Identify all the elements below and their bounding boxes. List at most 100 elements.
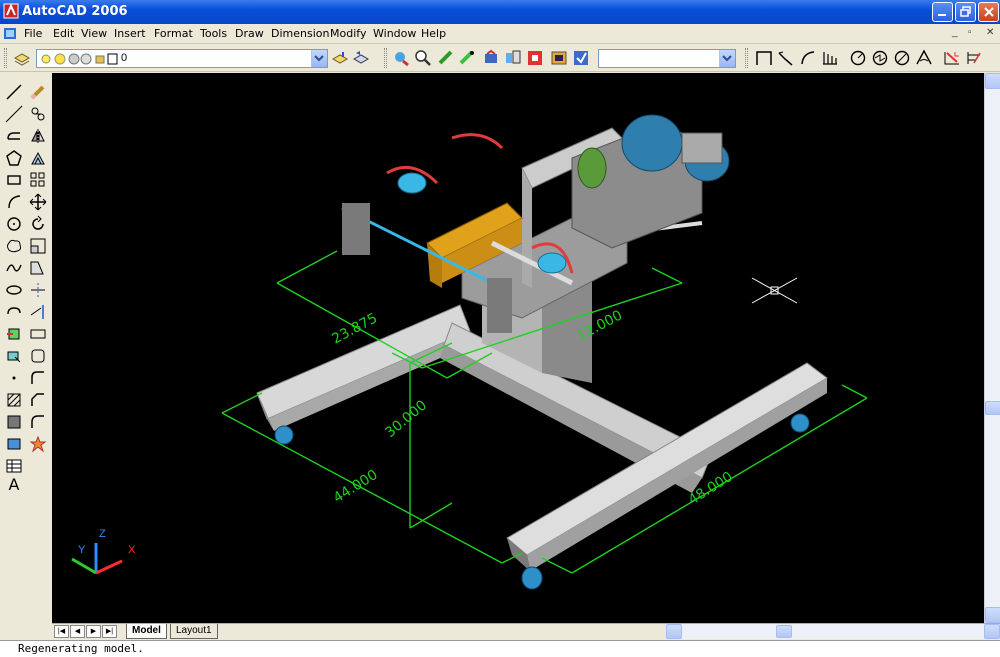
tab-layout1[interactable]: Layout1: [170, 624, 218, 639]
close-button[interactable]: [978, 2, 999, 22]
mdi-restore-icon[interactable]: ▫: [968, 27, 972, 38]
region-icon[interactable]: [5, 435, 23, 453]
menu-edit[interactable]: Edit: [53, 27, 74, 40]
extend-icon[interactable]: [29, 303, 47, 321]
zoom-realtime-icon[interactable]: [414, 49, 432, 67]
mdi-minimize-icon[interactable]: _: [952, 27, 958, 38]
mdi-close-icon[interactable]: ✕: [986, 27, 994, 38]
layer-combo[interactable]: 0: [36, 49, 328, 68]
scroll-right-icon[interactable]: [984, 624, 1000, 639]
chevron-down-icon[interactable]: [719, 50, 735, 67]
tab-first-icon[interactable]: |◀: [54, 625, 69, 638]
join-icon[interactable]: [29, 369, 47, 387]
sheet-set-manager-icon[interactable]: [550, 49, 568, 67]
scale-icon[interactable]: [29, 237, 47, 255]
menu-draw[interactable]: Draw: [235, 27, 264, 40]
tab-next-icon[interactable]: ▶: [86, 625, 101, 638]
tab-prev-icon[interactable]: ◀: [70, 625, 85, 638]
rotate-icon[interactable]: [29, 215, 47, 233]
markup-set-manager-icon[interactable]: [572, 49, 590, 67]
chamfer-icon[interactable]: [29, 391, 47, 409]
quick-dimension-icon[interactable]: [943, 49, 961, 67]
table-icon[interactable]: [5, 457, 23, 475]
minimize-button[interactable]: [932, 2, 953, 22]
polygon-icon[interactable]: [5, 149, 23, 167]
scroll-left-icon[interactable]: [666, 624, 682, 639]
polyline-icon[interactable]: [5, 127, 23, 145]
hatch-icon[interactable]: [5, 391, 23, 409]
hscroll-thumb[interactable]: [776, 625, 792, 638]
baseline-dimension-icon[interactable]: [966, 49, 984, 67]
jogged-dimension-icon[interactable]: [871, 49, 889, 67]
diameter-dimension-icon[interactable]: [893, 49, 911, 67]
scroll-up-icon[interactable]: [985, 73, 1000, 89]
menu-modify[interactable]: Modify: [330, 27, 366, 40]
zoom-window-icon[interactable]: [437, 49, 455, 67]
angular-dimension-icon[interactable]: [915, 49, 933, 67]
menu-view[interactable]: View: [81, 27, 107, 40]
ordinate-dimension-icon[interactable]: [821, 49, 839, 67]
menu-window[interactable]: Window: [373, 27, 416, 40]
toolbar-grip[interactable]: [4, 48, 7, 68]
stretch-icon[interactable]: [29, 259, 47, 277]
arc-length-icon[interactable]: [799, 49, 817, 67]
ellipse-icon[interactable]: [5, 281, 23, 299]
vertical-scrollbar[interactable]: [984, 73, 1000, 623]
make-block-icon[interactable]: [5, 347, 23, 365]
menu-file[interactable]: File: [24, 27, 42, 40]
restore-button[interactable]: [955, 2, 976, 22]
toolbar-grip[interactable]: [745, 48, 748, 68]
pan-icon[interactable]: [393, 49, 411, 67]
scroll-thumb[interactable]: [985, 401, 1000, 415]
line-icon[interactable]: [5, 83, 23, 101]
make-layer-current-icon[interactable]: [331, 49, 349, 67]
layer-manager-icon[interactable]: [13, 49, 31, 67]
plot-style-combo[interactable]: [598, 49, 736, 68]
construction-line-icon[interactable]: [5, 105, 23, 123]
offset-icon[interactable]: [29, 149, 47, 167]
chevron-down-icon[interactable]: [311, 50, 327, 67]
aligned-dimension-icon[interactable]: [777, 49, 795, 67]
point-icon[interactable]: [5, 369, 23, 387]
drawing-document-icon[interactable]: [3, 26, 19, 41]
layer-previous-icon[interactable]: [352, 49, 370, 67]
insert-block-icon[interactable]: [5, 325, 23, 343]
zoom-previous-icon[interactable]: [458, 49, 476, 67]
menu-help[interactable]: Help: [421, 27, 446, 40]
menu-dimension[interactable]: Dimension: [271, 27, 329, 40]
break-at-point-icon[interactable]: [29, 325, 47, 343]
menu-insert[interactable]: Insert: [114, 27, 146, 40]
radius-dimension-icon[interactable]: [849, 49, 867, 67]
properties-icon[interactable]: [482, 49, 500, 67]
multiline-text-icon[interactable]: A: [5, 475, 23, 494]
move-icon[interactable]: [29, 193, 47, 211]
tab-last-icon[interactable]: ▶|: [102, 625, 117, 638]
model-space-canvas[interactable]: 23.875 12.000 30.000 44.000 48.000 Y Z X: [52, 73, 984, 623]
spline-icon[interactable]: [5, 259, 23, 277]
revision-cloud-icon[interactable]: [5, 237, 23, 255]
linear-dimension-icon[interactable]: [755, 49, 773, 67]
explode-icon[interactable]: [29, 435, 47, 453]
menu-format[interactable]: Format: [154, 27, 193, 40]
menu-tools[interactable]: Tools: [200, 27, 227, 40]
erase-icon[interactable]: [29, 83, 47, 101]
toolbar-grip[interactable]: [384, 48, 387, 68]
trim-icon[interactable]: [29, 281, 47, 299]
arc-icon[interactable]: [5, 193, 23, 211]
ellipse-arc-icon[interactable]: [5, 303, 23, 321]
design-center-icon[interactable]: [504, 49, 522, 67]
scroll-down-icon[interactable]: [985, 607, 1000, 623]
gradient-icon[interactable]: [5, 413, 23, 431]
tab-model[interactable]: Model: [126, 624, 167, 639]
break-icon[interactable]: [29, 347, 47, 365]
tool-palettes-icon[interactable]: [526, 49, 544, 67]
rectangle-icon[interactable]: [5, 171, 23, 189]
fillet-icon[interactable]: [29, 413, 47, 431]
copy-icon[interactable]: [29, 105, 47, 123]
command-line[interactable]: Regenerating model.: [0, 640, 1000, 657]
array-icon[interactable]: [29, 171, 47, 189]
mirror-icon[interactable]: [29, 127, 47, 145]
circle-icon[interactable]: [5, 215, 23, 233]
horizontal-scrollbar[interactable]: [666, 624, 1000, 639]
autocad-app-icon[interactable]: [3, 3, 19, 19]
